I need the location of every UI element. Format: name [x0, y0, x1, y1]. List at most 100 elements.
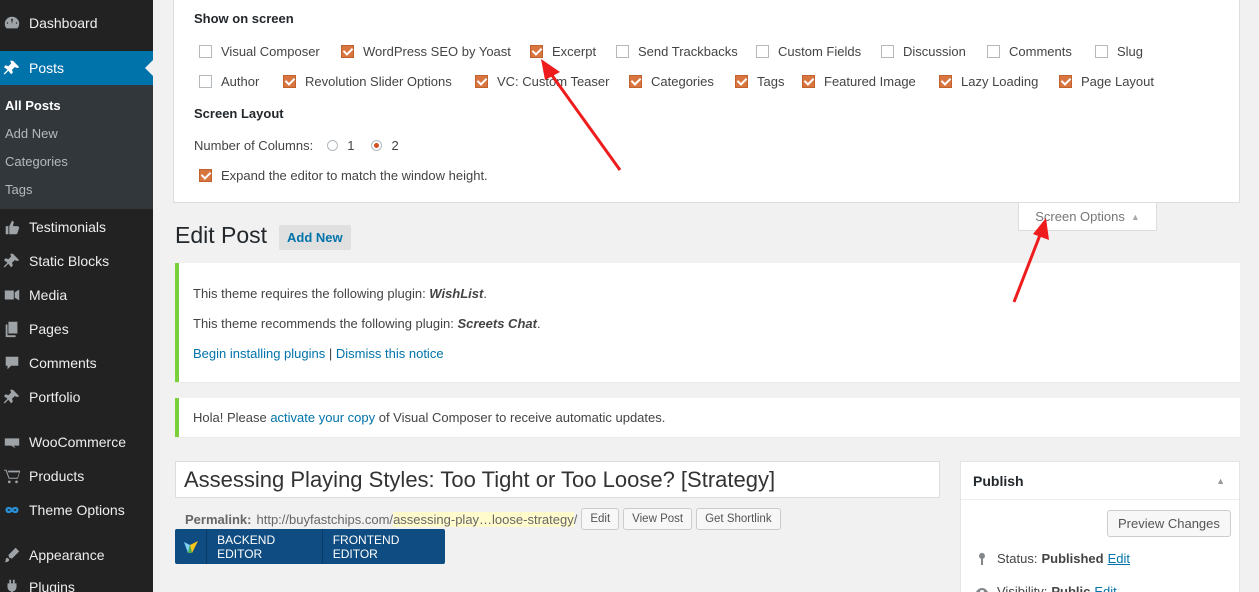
preview-changes-button[interactable]: Preview Changes	[1107, 510, 1231, 537]
checkbox-slug[interactable]: Slug	[1095, 44, 1143, 59]
checkbox-box[interactable]	[199, 169, 212, 182]
menu-item-products[interactable]: Products	[0, 459, 153, 493]
pin-icon	[2, 58, 22, 78]
notice-required: This theme requires the following plugin…	[193, 286, 487, 301]
checkbox-excerpt[interactable]: Excerpt	[530, 44, 596, 59]
menu-item-dashboard[interactable]: Dashboard	[0, 6, 153, 40]
checkbox-box[interactable]	[341, 45, 354, 58]
plugin-icon	[2, 577, 22, 592]
checkbox-comments[interactable]: Comments	[987, 44, 1072, 59]
checkbox-box[interactable]	[881, 45, 894, 58]
pin-icon	[2, 387, 22, 407]
radio-columns-1[interactable]	[327, 140, 339, 151]
activate-copy-link[interactable]: activate your copy	[270, 410, 375, 425]
edit-status-link[interactable]: Edit	[1108, 551, 1130, 566]
permalink-base: http://buyfastchips.com/	[256, 511, 394, 527]
permalink-slug[interactable]: assessing-play…loose-strategy	[393, 511, 574, 527]
checkbox-box[interactable]	[629, 75, 642, 88]
checkbox-box[interactable]	[756, 45, 769, 58]
menu-label: Testimonials	[29, 219, 107, 235]
checkbox-box[interactable]	[1059, 75, 1072, 88]
cart-icon	[2, 466, 22, 486]
posts-submenu: All Posts Add New Categories Tags	[0, 85, 153, 209]
checkbox-custom-fields[interactable]: Custom Fields	[756, 44, 861, 59]
frontend-editor-button[interactable]: FRONTEND EDITOR	[323, 529, 445, 564]
checkbox-box[interactable]	[735, 75, 748, 88]
checkbox-box[interactable]	[616, 45, 629, 58]
menu-item-pages[interactable]: Pages	[0, 312, 153, 346]
edit-permalink-button[interactable]: Edit	[581, 508, 620, 530]
menu-label: Media	[29, 287, 68, 303]
post-title-input[interactable]	[175, 461, 940, 498]
checkbox-visual-composer[interactable]: Visual Composer	[199, 44, 320, 59]
checkbox-send-trackbacks[interactable]: Send Trackbacks	[616, 44, 738, 59]
notice-recommended: This theme recommends the following plug…	[193, 316, 541, 331]
checkbox-vc-custom-teaser[interactable]: VC: Custom Teaser	[475, 74, 609, 89]
checkbox-page-layout[interactable]: Page Layout	[1059, 74, 1154, 89]
submenu-tags[interactable]: Tags	[5, 182, 32, 197]
menu-item-plugins[interactable]: Plugins	[0, 570, 153, 592]
view-post-button[interactable]: View Post	[623, 508, 693, 530]
backend-editor-button[interactable]: BACKEND EDITOR	[207, 529, 323, 564]
menu-item-media[interactable]: Media	[0, 278, 153, 312]
screen-options-tab[interactable]: Screen Options ▲	[1018, 203, 1157, 231]
checkbox-box[interactable]	[199, 75, 212, 88]
submenu-all-posts[interactable]: All Posts	[5, 98, 61, 113]
checkbox-box[interactable]	[530, 45, 543, 58]
submenu-categories[interactable]: Categories	[5, 154, 68, 169]
get-shortlink-button[interactable]: Get Shortlink	[696, 508, 781, 530]
checkbox-featured-image[interactable]: Featured Image	[802, 74, 916, 89]
submenu-add-new[interactable]: Add New	[5, 126, 58, 141]
checkbox-box[interactable]	[802, 75, 815, 88]
screen-layout-heading: Screen Layout	[194, 106, 284, 121]
status-row: Status: Published Edit	[975, 551, 1130, 566]
checkbox-author[interactable]: Author	[199, 74, 259, 89]
vc-notice-text: Hola! Please activate your copy of Visua…	[193, 410, 666, 425]
page-title: Edit Post	[175, 222, 268, 248]
notice-actions: Begin installing plugins | Dismiss this …	[193, 346, 444, 361]
menu-label: Portfolio	[29, 389, 81, 405]
menu-item-appearance[interactable]: Appearance	[0, 538, 153, 572]
menu-item-comments[interactable]: Comments	[0, 346, 153, 380]
checkbox-revolution-slider[interactable]: Revolution Slider Options	[283, 74, 452, 89]
menu-item-static-blocks[interactable]: Static Blocks	[0, 244, 153, 278]
radio-columns-2[interactable]	[371, 140, 383, 151]
screen-options-panel: Show on screen Visual Composer WordPress…	[173, 0, 1240, 203]
checkbox-discussion[interactable]: Discussion	[881, 44, 966, 59]
caret-up-icon[interactable]: ▲	[1216, 476, 1225, 486]
pin-location-icon	[979, 552, 985, 565]
menu-item-testimonials[interactable]: Testimonials	[0, 210, 153, 244]
permalink-label: Permalink:	[185, 511, 252, 527]
plugin-notice: This theme requires the following plugin…	[175, 263, 1240, 382]
checkbox-tags[interactable]: Tags	[735, 74, 784, 89]
checkbox-box[interactable]	[939, 75, 952, 88]
menu-item-posts[interactable]: Posts	[0, 51, 153, 85]
checkbox-wordpress-seo[interactable]: WordPress SEO by Yoast	[341, 44, 511, 59]
checkbox-categories[interactable]: Categories	[629, 74, 714, 89]
media-icon	[2, 285, 22, 305]
dismiss-notice-link[interactable]: Dismiss this notice	[336, 346, 444, 361]
thumbs-up-icon	[2, 217, 22, 237]
columns-row: Number of Columns: 1 2	[194, 138, 399, 153]
menu-item-woocommerce[interactable]: WooCommerce	[0, 425, 153, 459]
checkbox-box[interactable]	[283, 75, 296, 88]
menu-item-theme-options[interactable]: Theme Options	[0, 493, 153, 527]
menu-item-portfolio[interactable]: Portfolio	[0, 380, 153, 414]
checkbox-box[interactable]	[475, 75, 488, 88]
add-new-button[interactable]: Add New	[279, 225, 351, 250]
checkbox-box[interactable]	[987, 45, 1000, 58]
checkbox-box[interactable]	[1095, 45, 1108, 58]
permalink-row: Permalink: http://buyfastchips.com/asses…	[185, 508, 781, 530]
eye-icon	[976, 587, 988, 592]
divider	[961, 499, 1239, 500]
menu-label: Pages	[29, 321, 69, 337]
begin-installing-link[interactable]: Begin installing plugins	[193, 346, 325, 361]
edit-visibility-link[interactable]: Edit	[1094, 584, 1116, 592]
dashboard-icon	[2, 13, 22, 33]
checkbox-expand-editor[interactable]: Expand the editor to match the window he…	[199, 168, 488, 183]
checkbox-box[interactable]	[199, 45, 212, 58]
menu-label: Posts	[29, 60, 65, 76]
show-on-screen-heading: Show on screen	[194, 11, 294, 26]
menu-label: Plugins	[29, 579, 75, 592]
checkbox-lazy-loading[interactable]: Lazy Loading	[939, 74, 1038, 89]
